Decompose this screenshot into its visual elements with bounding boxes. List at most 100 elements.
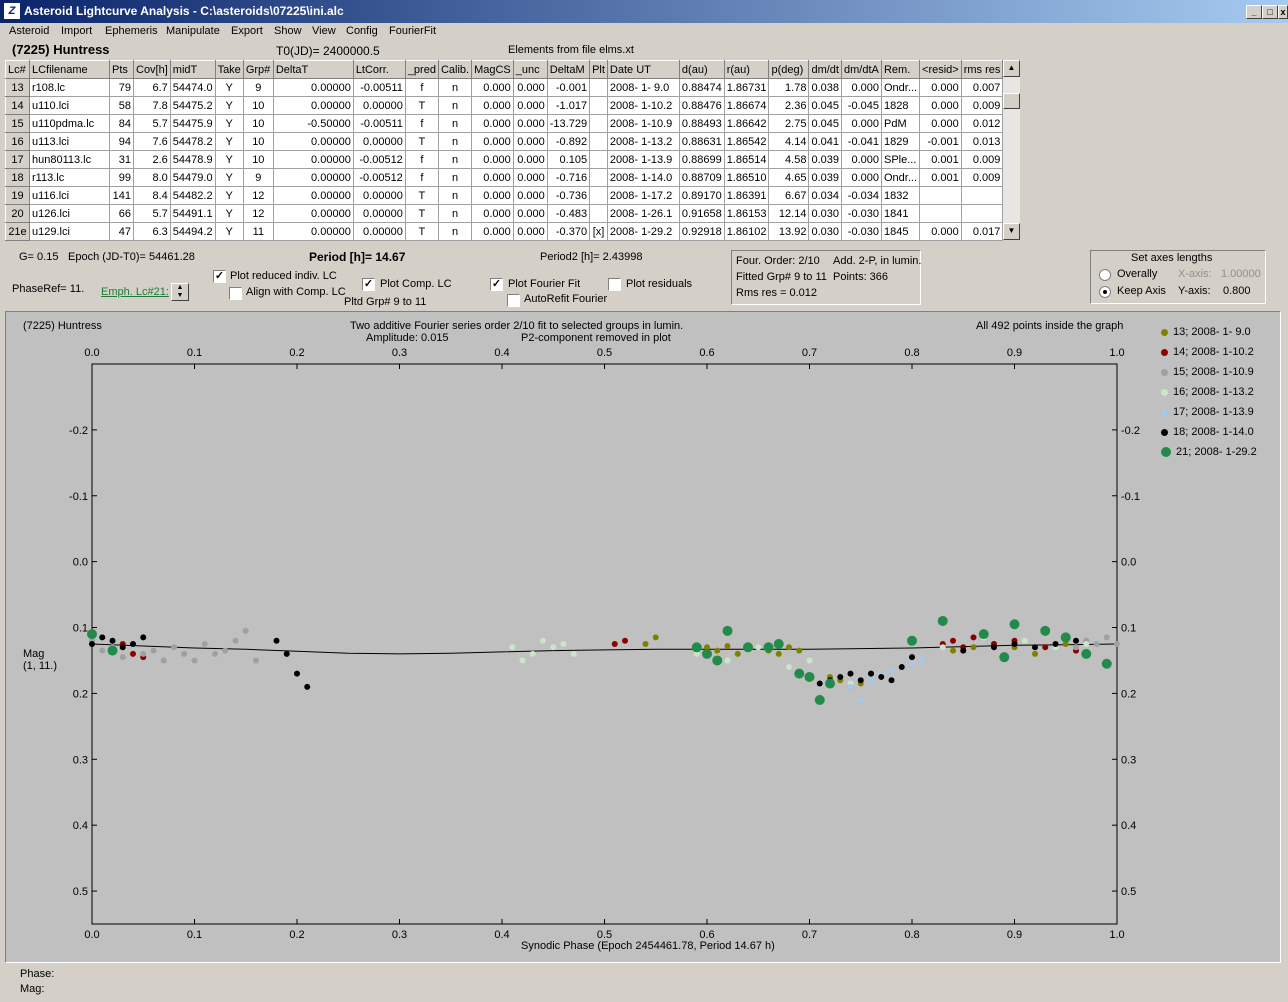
- menu-asteroid[interactable]: Asteroid: [9, 25, 49, 37]
- table-cell[interactable]: 0.00000: [352, 186, 406, 205]
- row-header[interactable]: 13: [5, 78, 30, 97]
- table-cell[interactable]: -0.045: [840, 96, 882, 115]
- table-row[interactable]: 18 r113.lc 99 8.0 54479.0 Y 9 0.00000 -0.00512 f n…: [5, 168, 1004, 187]
- table-cell[interactable]: f: [404, 150, 439, 169]
- column-header[interactable]: Cov[h]: [133, 60, 171, 79]
- table-cell[interactable]: 54491.1: [169, 204, 216, 223]
- row-header[interactable]: 21e: [5, 222, 30, 241]
- table-cell[interactable]: 0.000: [512, 114, 548, 133]
- column-header[interactable]: Pts: [109, 60, 134, 79]
- table-cell[interactable]: 2008- 1- 9.0: [606, 78, 680, 97]
- table-cell[interactable]: 58: [109, 96, 134, 115]
- table-cell[interactable]: n: [437, 168, 473, 187]
- table-cell[interactable]: 54474.0: [169, 78, 216, 97]
- table-cell[interactable]: 0.009: [960, 96, 1004, 115]
- row-header[interactable]: 19: [5, 186, 30, 205]
- table-cell[interactable]: [x]: [589, 222, 608, 241]
- table-cell[interactable]: 0.88476: [678, 96, 725, 115]
- table-cell[interactable]: Y: [214, 114, 244, 133]
- table-cell[interactable]: 1845: [880, 222, 921, 241]
- column-header[interactable]: Date UT: [606, 60, 680, 79]
- scroll-thumb[interactable]: [1003, 93, 1020, 109]
- column-header[interactable]: LtCorr.: [352, 60, 406, 79]
- table-row[interactable]: 21e u129.lci 47 6.3 54494.2 Y 11 0.00000 0.00000…: [5, 222, 1004, 241]
- table-cell[interactable]: 0.039: [808, 150, 842, 169]
- column-header[interactable]: dm/dtA: [840, 60, 882, 79]
- table-cell[interactable]: 0.92918: [678, 222, 725, 241]
- table-cell[interactable]: 1828: [880, 96, 921, 115]
- table-cell[interactable]: 0.00000: [272, 132, 354, 151]
- table-cell[interactable]: 0.030: [808, 204, 842, 223]
- table-cell[interactable]: 1.86731: [723, 78, 770, 97]
- table-cell[interactable]: 0.034: [808, 186, 842, 205]
- table-cell[interactable]: hun80113.lc: [29, 150, 110, 169]
- column-header[interactable]: Rem.: [880, 60, 921, 79]
- table-cell[interactable]: 54478.9: [169, 150, 216, 169]
- column-header[interactable]: midT: [169, 60, 216, 79]
- table-cell[interactable]: 2008- 1-13.2: [606, 132, 680, 151]
- row-header[interactable]: 14: [5, 96, 30, 115]
- table-cell[interactable]: u110pdma.lc: [29, 114, 110, 133]
- table-cell[interactable]: 2.36: [768, 96, 810, 115]
- table-cell[interactable]: 0.000: [471, 204, 514, 223]
- table-cell[interactable]: 54482.2: [169, 186, 216, 205]
- table-cell[interactable]: 0.001: [919, 150, 962, 169]
- table-cell[interactable]: 54479.0: [169, 168, 216, 187]
- table-cell[interactable]: 1.86391: [723, 186, 770, 205]
- table-cell[interactable]: Y: [214, 78, 244, 97]
- emph-spinner[interactable]: ▲ ▼: [171, 283, 189, 301]
- table-cell[interactable]: 47: [109, 222, 134, 241]
- table-cell[interactable]: 2008- 1-13.9: [606, 150, 680, 169]
- table-cell[interactable]: 0.045: [808, 114, 842, 133]
- table-cell[interactable]: 0.009: [960, 150, 1004, 169]
- table-cell[interactable]: 1.86153: [723, 204, 770, 223]
- column-header[interactable]: DeltaT: [272, 60, 354, 79]
- close-button[interactable]: x: [1278, 5, 1288, 19]
- table-cell[interactable]: -0.001: [546, 78, 591, 97]
- table-cell[interactable]: 0.045: [808, 96, 842, 115]
- scroll-down-icon[interactable]: ▼: [1003, 223, 1020, 240]
- table-cell[interactable]: 0.91658: [678, 204, 725, 223]
- table-cell[interactable]: 99: [109, 168, 134, 187]
- table-cell[interactable]: 0.000: [919, 78, 962, 97]
- table-cell[interactable]: 0.00000: [352, 96, 406, 115]
- column-header[interactable]: _unc: [512, 60, 548, 79]
- table-cell[interactable]: 0.009: [960, 168, 1004, 187]
- table-cell[interactable]: 0.00000: [272, 204, 354, 223]
- table-row[interactable]: 15 u110pdma.lc 84 5.7 54475.9 Y 10 -0.50000 -0.0…: [5, 114, 1004, 133]
- table-cell[interactable]: 1832: [880, 186, 921, 205]
- table-cell[interactable]: Y: [214, 204, 244, 223]
- table-cell[interactable]: -0.716: [546, 168, 591, 187]
- menu-config[interactable]: Config: [346, 25, 378, 37]
- table-cell[interactable]: 8.4: [133, 186, 171, 205]
- row-header[interactable]: 20: [5, 204, 30, 223]
- table-cell[interactable]: 0.017: [960, 222, 1004, 241]
- menu-show[interactable]: Show: [274, 25, 302, 37]
- table-cell[interactable]: T: [404, 222, 439, 241]
- table-cell[interactable]: 0.00000: [352, 204, 406, 223]
- column-header[interactable]: Plt: [589, 60, 608, 79]
- period2-value[interactable]: Period2 [h]= 2.43998: [540, 251, 642, 263]
- table-cell[interactable]: 0.00000: [272, 78, 354, 97]
- y-axis-input[interactable]: 0.800: [1223, 285, 1251, 297]
- period-value[interactable]: Period [h]= 14.67: [309, 250, 405, 264]
- table-cell[interactable]: n: [437, 150, 473, 169]
- table-cell[interactable]: 2008- 1-17.2: [606, 186, 680, 205]
- table-row[interactable]: 13 r108.lc 79 6.7 54474.0 Y 9 0.00000 -0.00511 f n…: [5, 78, 1004, 97]
- table-cell[interactable]: 1.86514: [723, 150, 770, 169]
- column-header[interactable]: MagCS: [471, 60, 514, 79]
- table-cell[interactable]: 54475.9: [169, 114, 216, 133]
- table-cell[interactable]: T: [404, 132, 439, 151]
- table-cell[interactable]: 0.039: [808, 168, 842, 187]
- column-header[interactable]: d(au): [678, 60, 725, 79]
- table-cell[interactable]: 1.86642: [723, 114, 770, 133]
- table-cell[interactable]: 0.030: [808, 222, 842, 241]
- table-cell[interactable]: -0.00512: [352, 150, 406, 169]
- table-cell[interactable]: 0.000: [512, 204, 548, 223]
- table-cell[interactable]: 0.000: [512, 186, 548, 205]
- row-header[interactable]: 15: [5, 114, 30, 133]
- table-cell[interactable]: [589, 132, 608, 151]
- column-header[interactable]: dm/dt: [808, 60, 842, 79]
- menu-fourierfit[interactable]: FourierFit: [389, 25, 436, 37]
- table-cell[interactable]: 0.000: [512, 168, 548, 187]
